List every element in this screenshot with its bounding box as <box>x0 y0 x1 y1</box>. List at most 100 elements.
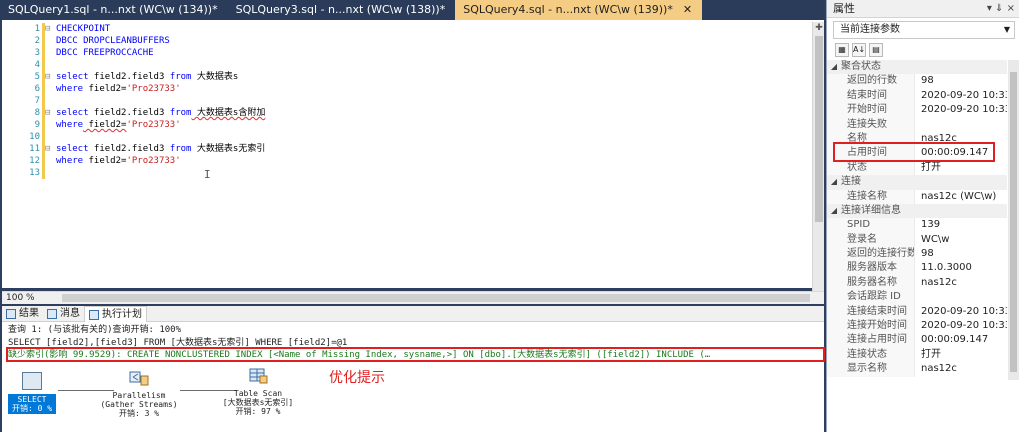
editor-horizontal-scrollbar[interactable] <box>62 294 810 302</box>
plan-node-table-scan[interactable]: Table Scan [大数据表s无索引] 开销: 97 % <box>210 368 306 416</box>
line-number: 5 <box>34 72 40 82</box>
line-number: 12 <box>29 156 40 166</box>
properties-title-bar: 属性 ▾ ⇓ × <box>827 0 1019 18</box>
property-row[interactable]: 登录名 WC\w <box>827 232 1007 248</box>
collapse-triangle-icon[interactable]: ◢ <box>827 60 841 74</box>
property-row[interactable]: SPID 139 <box>827 218 1007 233</box>
property-category[interactable]: ◢ 连接 <box>827 175 1007 190</box>
line-number: 11 <box>29 144 40 154</box>
property-row[interactable]: 开始时间 2020-09-20 10:33:08 <box>827 103 1007 118</box>
select-operator-icon[interactable] <box>22 372 42 390</box>
property-value: nas12c <box>921 276 957 288</box>
property-row[interactable]: 连接结束时间 2020-09-20 10:33:17 <box>827 304 1007 320</box>
line-number: 7 <box>34 96 40 106</box>
results-tab-bar: 结果 消息 执行计划 <box>2 306 824 322</box>
tab-sqlquery1[interactable]: SQLQuery1.sql - n...nxt (WC\w (134))* <box>0 0 228 20</box>
scroll-thumb[interactable] <box>62 294 810 302</box>
tab-results[interactable]: 结果 <box>2 306 43 322</box>
property-value: 98 <box>921 75 934 87</box>
property-value: 2020-09-20 10:33:08 <box>921 320 1007 332</box>
property-category[interactable]: ◢ 聚合状态 <box>827 60 1007 75</box>
property-name: SPID <box>827 218 915 233</box>
property-name: 连接结束时间 <box>827 304 915 320</box>
property-value: WC\w <box>921 233 950 245</box>
text-cursor-icon: I <box>204 168 211 181</box>
property-row[interactable]: 结束时间 2020-09-20 10:33:17 <box>827 88 1007 104</box>
code-line: where field2='Pro23733' <box>56 156 181 166</box>
editor-status-strip: 100 % <box>2 291 824 304</box>
property-row[interactable]: 返回的连接行数 98 <box>827 247 1007 262</box>
property-category[interactable]: ◢ 连接详细信息 <box>827 203 1007 219</box>
property-name: 服务器名称 <box>827 275 915 291</box>
code-line: select field2.field3 from 大数据表s无索引 <box>56 144 266 154</box>
plan-node-select[interactable]: SELECT 开销: 0 % <box>8 394 56 414</box>
properties-object-dropdown[interactable]: 当前连接参数 ▼ <box>833 21 1015 39</box>
collapse-triangle-icon[interactable]: ◢ <box>827 175 841 189</box>
property-row[interactable]: 连接状态 打开 <box>827 347 1007 363</box>
query-cost-line: 查询 1: (与该批有关的)查询开销: 100% <box>8 325 182 335</box>
code-line: where field2='Pro23733' <box>56 120 181 130</box>
highlight-box <box>6 347 825 362</box>
categorized-icon[interactable]: ▦ <box>835 43 849 57</box>
close-icon[interactable]: ✕ <box>683 3 692 16</box>
property-row[interactable]: 连接开始时间 2020-09-20 10:33:08 <box>827 319 1007 334</box>
property-value: 00:00:09.147 <box>921 334 989 346</box>
split-icon[interactable]: ✚ <box>813 22 825 34</box>
property-row[interactable]: 服务器版本 11.0.3000 <box>827 261 1007 276</box>
line-number: 3 <box>34 48 40 58</box>
line-number: 8 <box>34 108 40 118</box>
property-name: 服务器版本 <box>827 261 915 276</box>
line-number: 6 <box>34 84 40 94</box>
code-line: CHECKPOINT <box>56 24 111 34</box>
property-name: 登录名 <box>827 232 915 248</box>
property-row[interactable]: 服务器名称 nas12c <box>827 275 1007 291</box>
collapse-icon[interactable]: ⊟ <box>45 23 55 35</box>
scroll-thumb[interactable] <box>1010 72 1017 372</box>
panel-controls-icon[interactable]: ▾ ⇓ × <box>987 0 1015 18</box>
alphabetical-icon[interactable]: A↓ <box>852 43 866 57</box>
property-category-label: 聚合状态 <box>841 61 881 72</box>
property-row[interactable]: 会话跟踪 ID <box>827 290 1007 305</box>
chevron-down-icon[interactable]: ▼ <box>1004 22 1010 38</box>
property-row[interactable]: 返回的行数 98 <box>827 74 1007 89</box>
property-row[interactable]: 连接名称 nas12c (WC\w) <box>827 189 1007 204</box>
property-row[interactable]: 状态 打开 <box>827 160 1007 176</box>
zoom-dropdown[interactable]: 100 % <box>6 292 35 304</box>
outline-fold-column: ⊟ ⊟ ⊟ ⊟ <box>45 23 55 155</box>
property-category-label: 连接详细信息 <box>841 204 901 216</box>
property-row[interactable]: 显示名称 nas12c <box>827 362 1007 377</box>
window-frame: SQLQuery1.sql - n...nxt (WC\w (134))* SQ… <box>0 0 1019 432</box>
highlight-box <box>833 142 995 162</box>
query-editor[interactable]: 1 2 3 4 5 6 7 8 9 10 11 12 13 ⊟ ⊟ ⊟ ⊟ CH… <box>2 20 824 288</box>
tab-sqlquery3[interactable]: SQLQuery3.sql - n...nxt (WC\w (138))* <box>228 0 456 20</box>
code-area[interactable]: CHECKPOINT DBCC DROPCLEANBUFFERS DBCC FR… <box>56 23 796 179</box>
tab-messages[interactable]: 消息 <box>43 306 84 322</box>
property-name: 结束时间 <box>827 88 915 104</box>
property-value: 2020-09-20 10:33:17 <box>921 89 1007 101</box>
property-value <box>915 290 1007 304</box>
property-value: 打开 <box>921 161 941 173</box>
property-row[interactable]: 连接占用时间 00:00:09.147 <box>827 333 1007 348</box>
property-name: 显示名称 <box>827 362 915 377</box>
plan-node-parallelism[interactable]: Parallelism (Gather Streams) 开销: 3 % <box>94 370 184 418</box>
collapse-icon[interactable]: ⊟ <box>45 143 55 155</box>
tab-execution-plan[interactable]: 执行计划 <box>84 306 147 322</box>
properties-scrollbar[interactable] <box>1008 60 1019 380</box>
collapse-icon[interactable]: ⊟ <box>45 107 55 119</box>
property-row[interactable]: 连接失败 <box>827 117 1007 132</box>
collapse-icon[interactable]: ⊟ <box>45 71 55 83</box>
editor-vertical-scrollbar[interactable]: ✚ <box>812 22 824 294</box>
execution-plan-pane[interactable]: 查询 1: (与该批有关的)查询开销: 100% SELECT [field2]… <box>2 322 825 432</box>
line-number: 10 <box>29 132 40 142</box>
tab-sqlquery4[interactable]: SQLQuery4.sql - n...nxt (WC\w (139))* ✕ <box>455 0 703 20</box>
property-pages-icon[interactable]: ▤ <box>869 43 883 57</box>
line-number: 9 <box>34 120 40 130</box>
scroll-thumb[interactable] <box>815 36 823 222</box>
line-number: 1 <box>34 24 40 34</box>
collapse-triangle-icon[interactable]: ◢ <box>827 204 841 218</box>
annotation-label: 优化提示 <box>329 370 385 386</box>
document-tab-bar: SQLQuery1.sql - n...nxt (WC\w (134))* SQ… <box>0 0 824 20</box>
